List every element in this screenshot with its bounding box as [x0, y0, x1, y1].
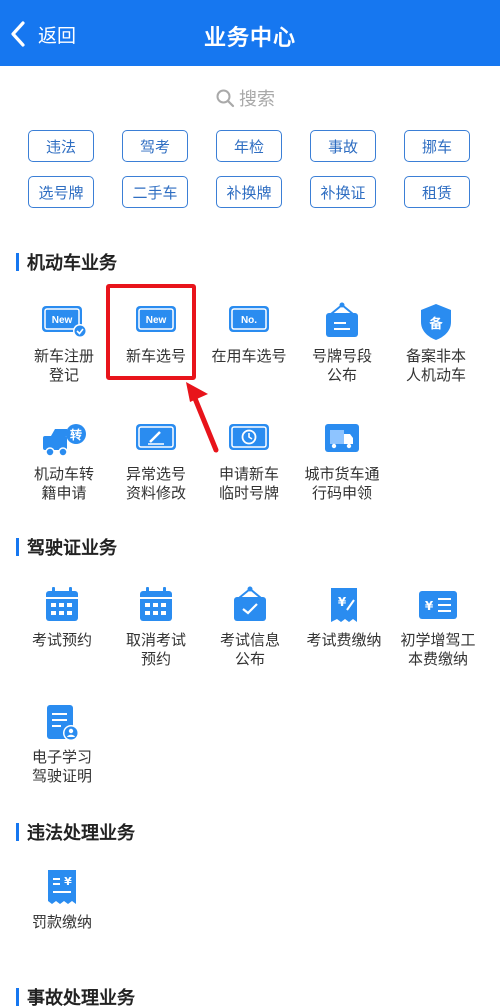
tag-select-plate[interactable]: 选号牌: [28, 176, 94, 208]
service-city-truck-pass[interactable]: 城市货车通 行码申领: [296, 420, 388, 503]
service-label: 申请新车 临时号牌: [218, 465, 279, 502]
service-label: 城市货车通 行码申领: [304, 465, 380, 502]
plate-edit-icon: [136, 424, 176, 450]
section-title-accident: 事故处理业务: [16, 985, 135, 1008]
truck-transfer-icon: 转: [43, 424, 86, 457]
svg-text:备: 备: [428, 316, 443, 332]
announcement-board-icon: [326, 302, 358, 337]
service-exam-booking[interactable]: 考试预约: [16, 586, 108, 650]
service-label: 异常选号 资料修改: [125, 465, 186, 502]
service-label: 考试预约: [31, 631, 92, 649]
tag-replace-license[interactable]: 补换证: [310, 176, 376, 208]
svg-text:¥: ¥: [425, 599, 434, 613]
page-title: 业务中心: [203, 26, 296, 51]
info-board-icon: [234, 586, 266, 621]
service-used-car-plate-selection[interactable]: No. 在用车选号: [203, 302, 295, 366]
no-plate-icon: No.: [229, 306, 269, 332]
service-label: 备案非本 人机动车: [405, 347, 466, 384]
tag-driving-test[interactable]: 驾考: [122, 130, 188, 162]
service-label: 初学增驾工 本费缴纳: [400, 631, 476, 668]
service-learner-fee-payment[interactable]: ¥ 初学增驾工 本费缴纳: [392, 586, 484, 669]
document-user-icon: [47, 705, 79, 741]
new-plate-check-icon: New: [42, 306, 87, 338]
service-label: 考试费缴纳: [306, 631, 382, 649]
service-new-car-registration[interactable]: New 新车注册 登记: [18, 302, 110, 385]
tag-replace-plate[interactable]: 补换牌: [216, 176, 282, 208]
service-label: 在用车选号: [211, 347, 287, 365]
service-label: 考试信息 公布: [219, 631, 280, 668]
fine-receipt-icon: ¥: [48, 870, 76, 904]
top-bar: 返回 业务中心: [0, 0, 500, 66]
search-bar[interactable]: 搜索: [215, 84, 275, 112]
tag-used-car[interactable]: 二手车: [122, 176, 188, 208]
red-arrow-annotation: [186, 382, 219, 453]
service-register-others-vehicle[interactable]: 备 备案非本 人机动车: [390, 302, 482, 385]
service-label: 取消考试 预约: [125, 631, 186, 668]
calendar-cancel-icon: [140, 587, 172, 621]
shield-bei-icon: 备: [421, 304, 451, 340]
yen-card-icon: ¥: [419, 591, 457, 619]
tag-accident[interactable]: 事故: [310, 130, 376, 162]
section-title-motor: 机动车业务: [16, 250, 117, 274]
section-title-violation: 违法处理业务: [16, 820, 135, 844]
cargo-truck-icon: [325, 424, 359, 452]
svg-text:No.: No.: [241, 315, 257, 326]
svg-text:New: New: [52, 315, 73, 326]
service-cancel-exam-booking[interactable]: 取消考试 预约: [110, 586, 202, 669]
service-label: 号牌号段 公布: [311, 347, 372, 384]
service-label: 新车注册 登记: [33, 347, 94, 384]
calendar-icon: [46, 587, 78, 621]
service-exam-info[interactable]: 考试信息 公布: [204, 586, 296, 669]
tag-violation[interactable]: 违法: [28, 130, 94, 162]
service-label: 机动车转 籍申请: [33, 465, 94, 502]
svg-text:转: 转: [70, 427, 82, 442]
service-fine-payment[interactable]: ¥ 罚款缴纳: [16, 868, 108, 932]
tag-annual-inspection[interactable]: 年检: [216, 130, 282, 162]
service-plate-range-announcement[interactable]: 号牌号段 公布: [296, 302, 388, 385]
service-label: 电子学习 驾驶证明: [31, 748, 92, 785]
tag-rental[interactable]: 租赁: [404, 176, 470, 208]
svg-text:¥: ¥: [338, 595, 347, 609]
highlight-box: [106, 284, 196, 380]
fee-receipt-icon: ¥: [331, 588, 357, 622]
search-placeholder: 搜索: [239, 89, 275, 110]
service-e-learning-certificate[interactable]: 电子学习 驾驶证明: [16, 703, 108, 786]
tag-move-car[interactable]: 挪车: [404, 130, 470, 162]
plate-clock-icon: [229, 424, 269, 450]
search-icon: [216, 89, 235, 108]
section-title-license: 驾驶证业务: [16, 535, 117, 559]
service-vehicle-transfer[interactable]: 转 机动车转 籍申请: [18, 420, 110, 503]
service-exam-fee-payment[interactable]: ¥ 考试费缴纳: [298, 586, 390, 650]
svg-text:¥: ¥: [64, 875, 72, 888]
service-label: 罚款缴纳: [31, 913, 92, 931]
